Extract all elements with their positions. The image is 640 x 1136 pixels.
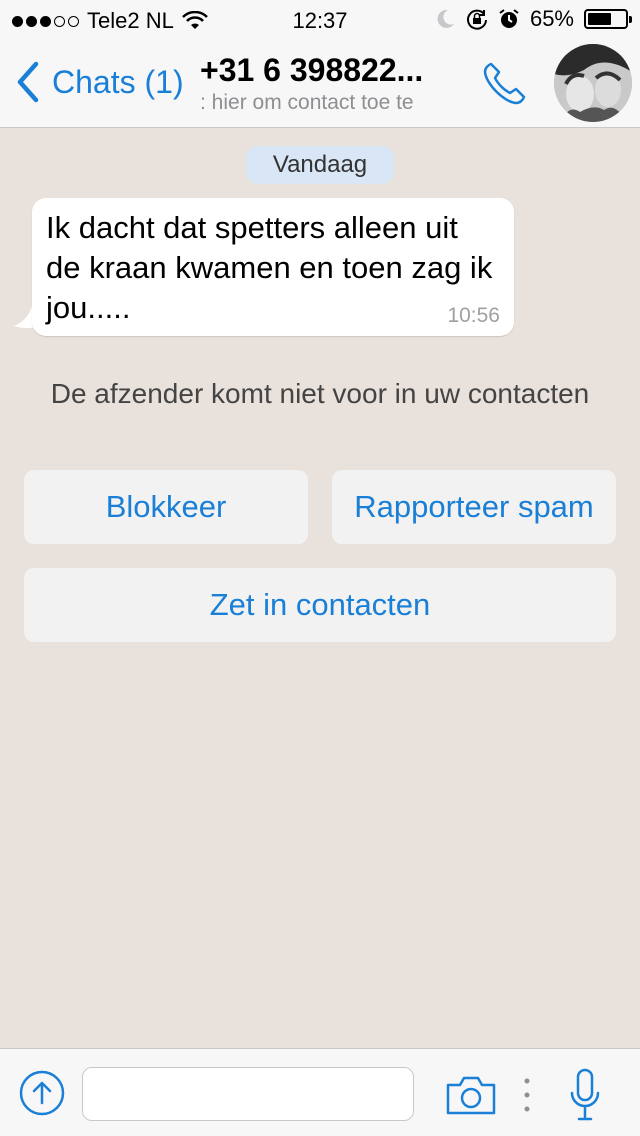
battery-icon (584, 9, 632, 29)
input-bar (0, 1048, 640, 1136)
battery-percent: 65% (529, 6, 574, 31)
phone-icon[interactable] (480, 58, 530, 108)
share-icon[interactable] (18, 1069, 66, 1117)
unknown-sender-notice: De afzender komt niet voor in uw contact… (50, 378, 590, 409)
more-icon[interactable] (522, 1075, 532, 1115)
contact-info[interactable]: +31 6 398822... : hier om contact toe te (200, 52, 462, 115)
battery-level-fill (588, 13, 612, 25)
camera-icon[interactable] (444, 1073, 498, 1117)
nav-bar: Chats (1) +31 6 398822... : hier om cont… (0, 40, 640, 128)
contact-title: +31 6 398822... (200, 52, 424, 88)
block-button[interactable]: Blokkeer (24, 470, 308, 544)
add-contact-button[interactable]: Zet in contacten (24, 568, 616, 642)
status-bar: Tele2 NL 12:37 65% (0, 0, 640, 40)
moon-icon (437, 9, 454, 28)
avatar-photo (554, 44, 632, 122)
alarm-icon (499, 9, 519, 28)
microphone-icon[interactable] (568, 1067, 602, 1123)
message-bubble[interactable]: Ik dacht dat spetters alleen uit de kraa… (32, 198, 514, 336)
chevron-left-icon (17, 61, 39, 103)
avatar[interactable] (554, 44, 632, 122)
message-time: 10:56 (447, 304, 500, 327)
message-input[interactable] (82, 1067, 414, 1121)
back-button[interactable]: Chats (1) (14, 60, 184, 104)
report-spam-button[interactable]: Rapporteer spam (332, 470, 616, 544)
status-right: 65% (434, 6, 632, 32)
date-label: Vandaag (246, 146, 394, 184)
contact-subtitle: : hier om contact toe te (200, 91, 414, 114)
message-text: Ik dacht dat spetters alleen uit de kraa… (46, 210, 493, 325)
back-label: Chats (1) (52, 63, 184, 100)
rotation-lock-icon (466, 9, 487, 30)
